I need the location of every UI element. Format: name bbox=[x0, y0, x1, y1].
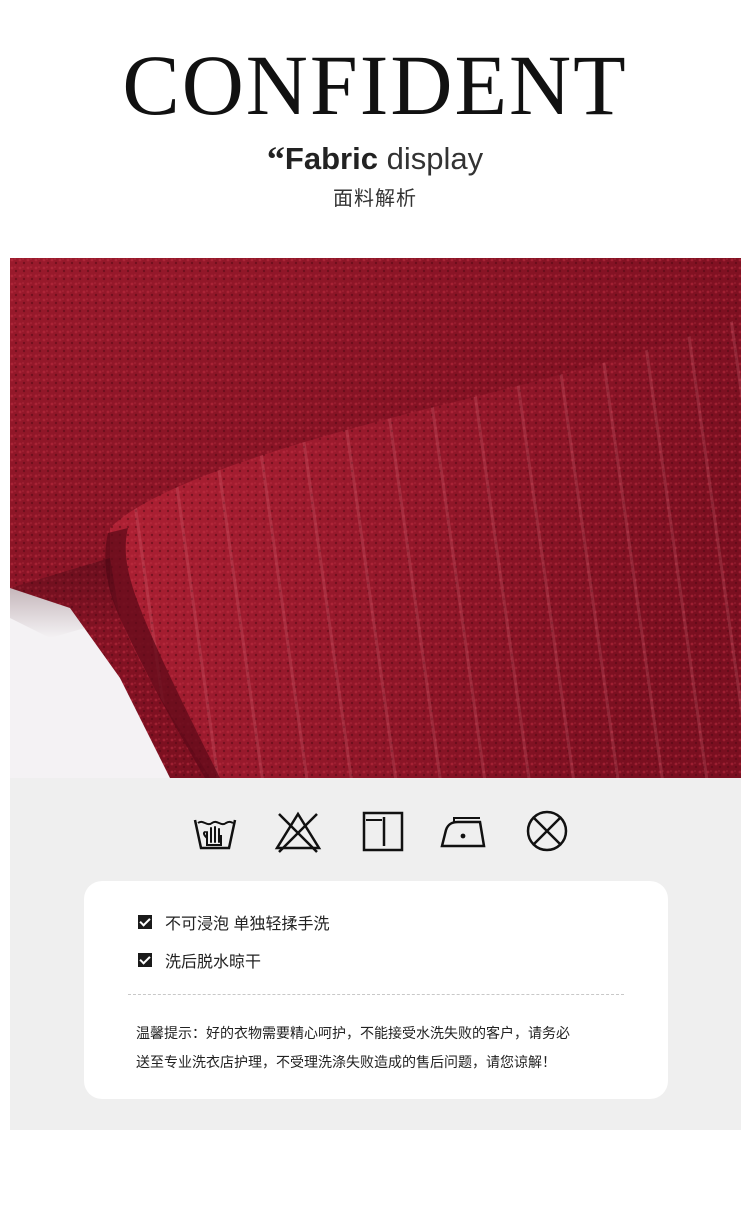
tip-line-1: 温馨提示：好的衣物需要精心呵护，不能接受水洗失败的客户，请务必 bbox=[136, 1025, 570, 1041]
brand-title: CONFIDENT bbox=[122, 37, 628, 133]
fabric-texture-image bbox=[10, 258, 741, 778]
subtitle-light: display bbox=[386, 141, 484, 176]
checkbox-icon bbox=[138, 915, 152, 929]
checkbox-icon bbox=[138, 953, 152, 967]
notice-card: 不可浸泡 单独轻揉手洗 洗后脱水晾干 温馨提示：好的衣物需要精心呵护，不能接受水… bbox=[84, 881, 668, 1099]
care-item-1: 不可浸泡 单独轻揉手洗 bbox=[138, 910, 329, 934]
care-panel: 不可浸泡 单独轻揉手洗 洗后脱水晾干 温馨提示：好的衣物需要精心呵护，不能接受水… bbox=[10, 778, 741, 1130]
care-item-label: 不可浸泡 单独轻揉手洗 bbox=[165, 916, 330, 933]
divider bbox=[128, 994, 624, 995]
quote-mark: “ bbox=[266, 139, 285, 179]
tip-line-2: 送至专业洗衣店护理，不受理洗涤失败造成的售后问题，请您谅解！ bbox=[136, 1054, 556, 1070]
line-dry-icon bbox=[362, 811, 404, 852]
no-bleach-icon bbox=[274, 811, 322, 853]
fabric-display-subtitle: “Fabric display bbox=[0, 140, 750, 178]
subtitle-bold: Fabric bbox=[284, 141, 378, 176]
subtitle-chinese: 面料解析 bbox=[333, 188, 417, 210]
fabric-photo bbox=[10, 258, 741, 778]
no-tumble-dry-icon bbox=[526, 810, 568, 852]
hand-wash-icon bbox=[193, 819, 237, 850]
low-iron-icon bbox=[440, 817, 486, 848]
care-item-2: 洗后脱水晾干 bbox=[138, 948, 261, 972]
care-item-label: 洗后脱水晾干 bbox=[165, 954, 262, 971]
care-icons-row bbox=[10, 800, 741, 860]
tip-text: 温馨提示：好的衣物需要精心呵护，不能接受水洗失败的客户，请务必 送至专业洗衣店护… bbox=[136, 1019, 626, 1077]
